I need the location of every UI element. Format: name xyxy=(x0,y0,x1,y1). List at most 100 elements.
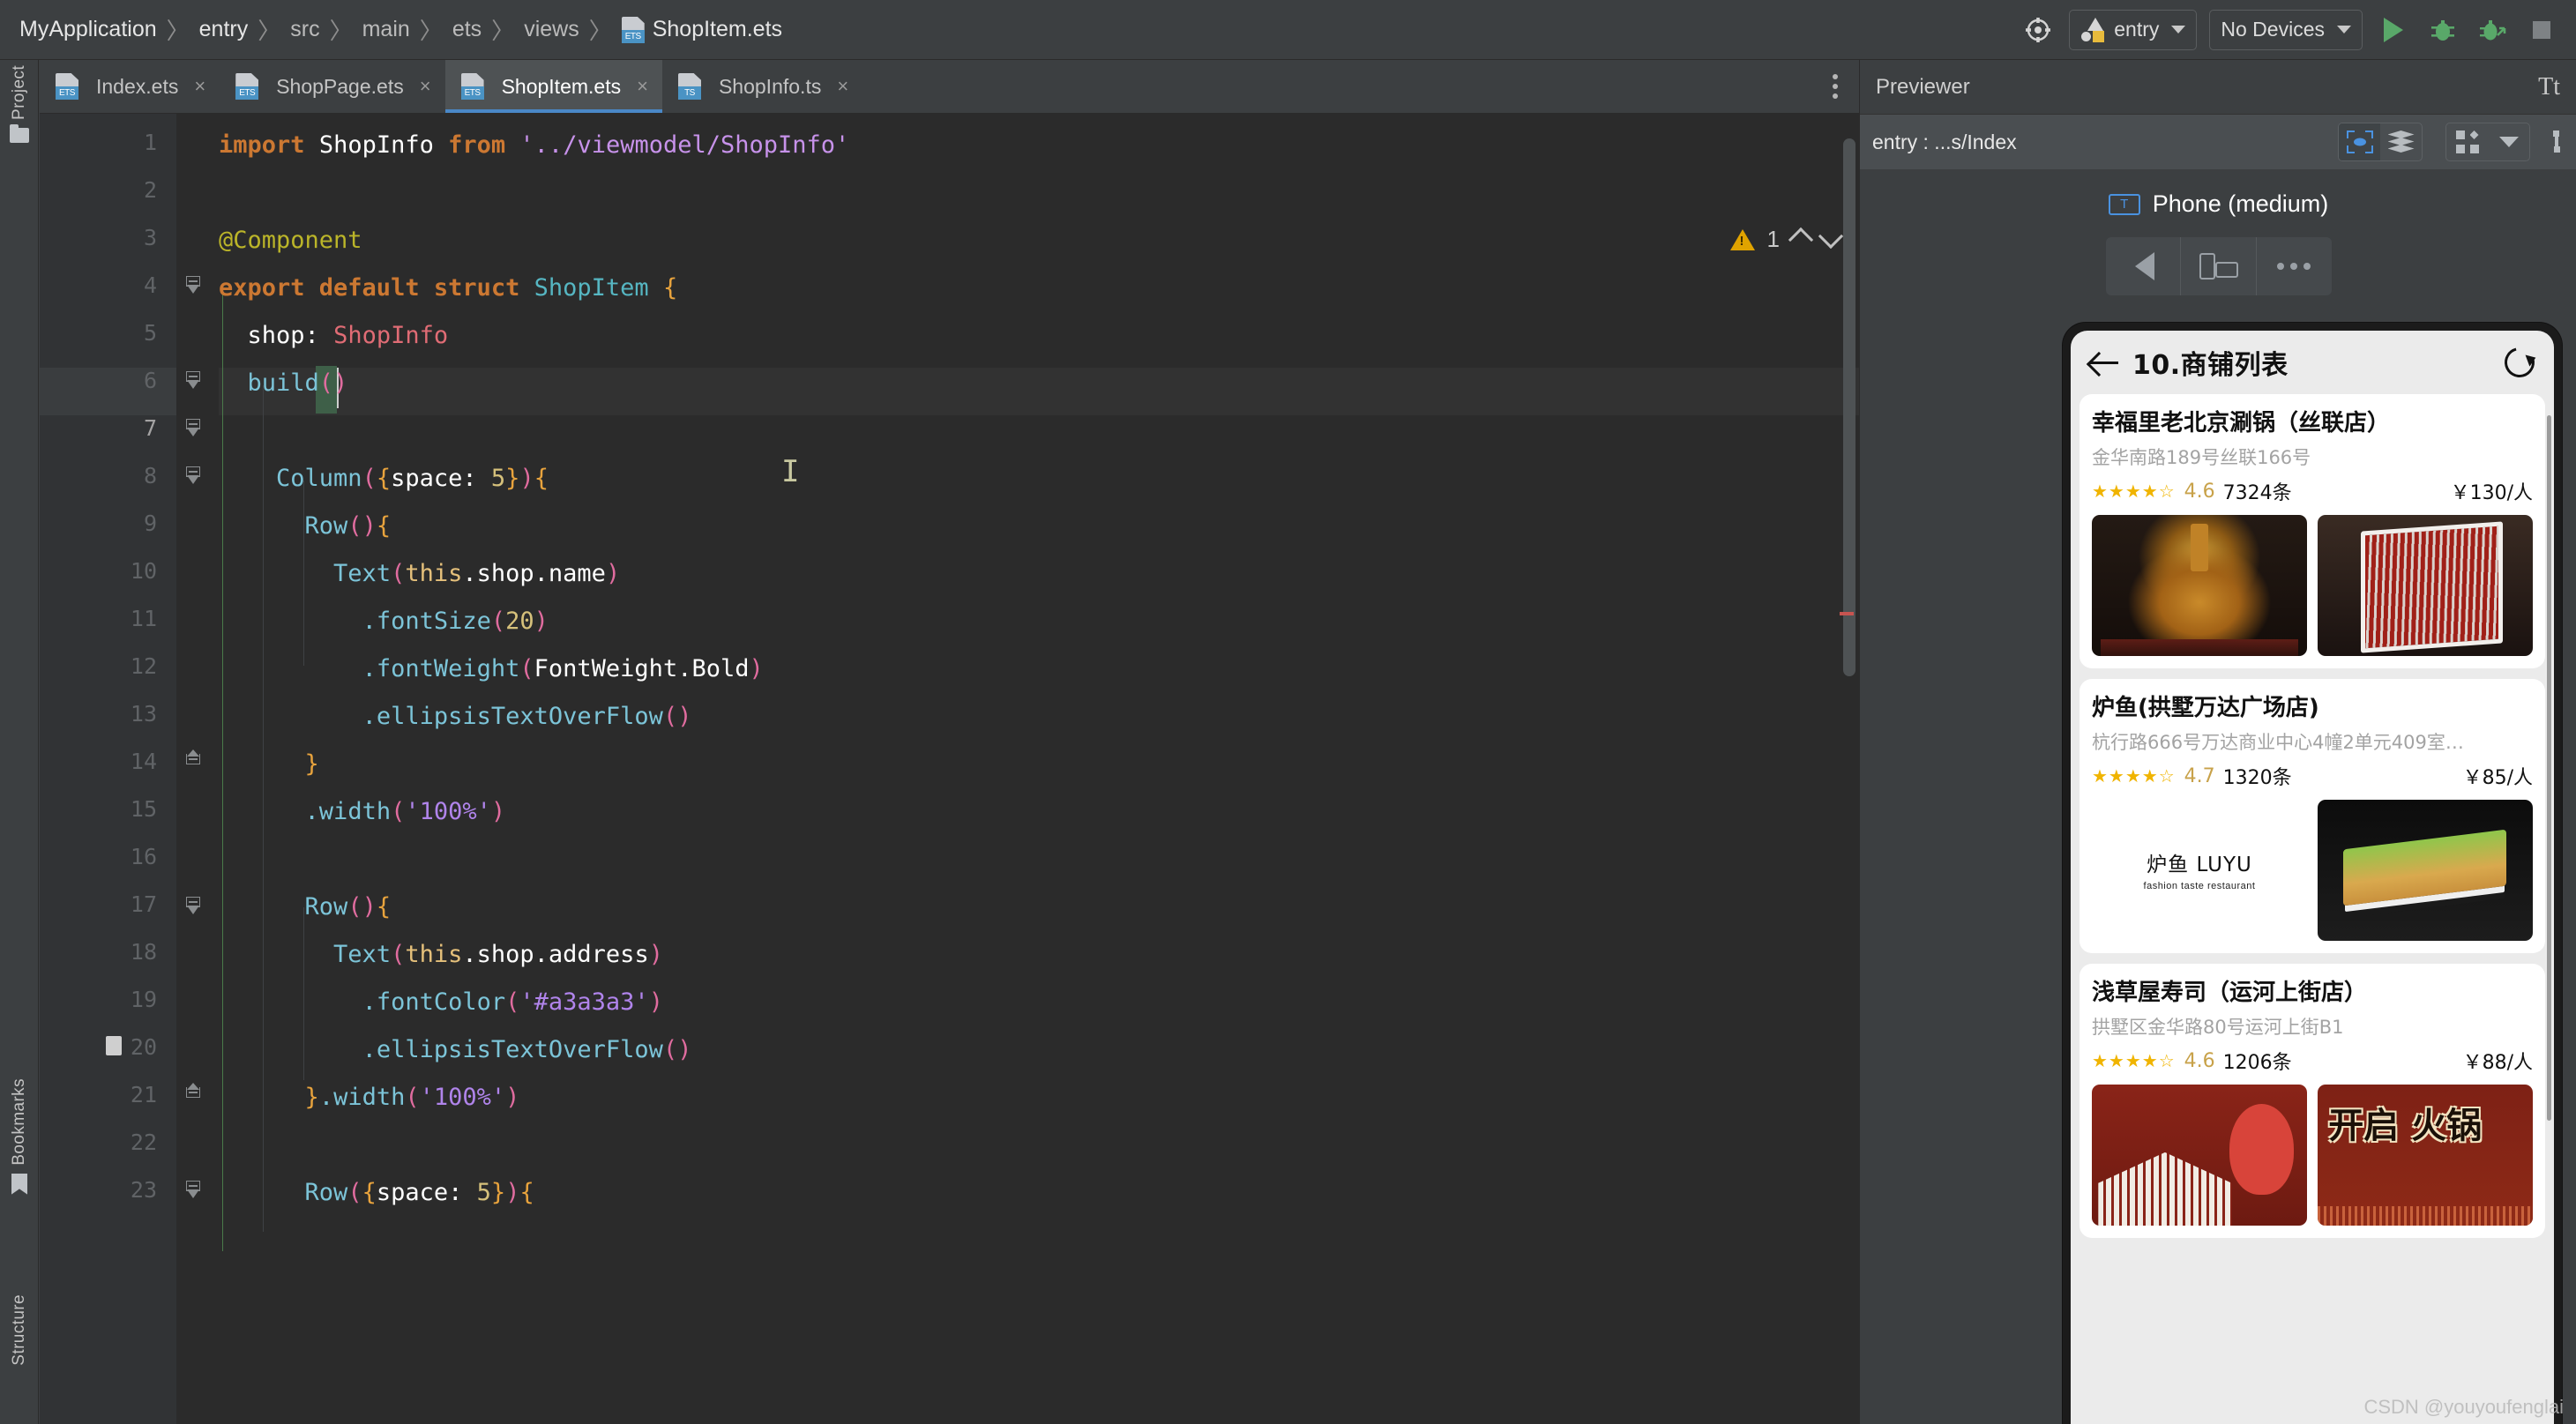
ets-file-icon: ETS xyxy=(235,73,259,100)
phone-preview-frame: 10.商铺列表 幸福里老北京涮锅（丝联店） 金华南路189号丝联166号 ★★★… xyxy=(2063,323,2562,1424)
breadcrumb-item-src[interactable]: src xyxy=(290,17,319,42)
sidebar-item-bookmarks[interactable]: Bookmarks xyxy=(0,1078,39,1195)
fold-toggle[interactable] xyxy=(183,749,203,772)
tab-shopinfo-ts[interactable]: TS ShopInfo.ts × xyxy=(662,60,862,113)
rating-value: 4.7 xyxy=(2184,764,2215,787)
shop-image[interactable] xyxy=(2318,800,2533,941)
inspect-mode-group xyxy=(2338,123,2423,161)
close-icon[interactable]: × xyxy=(194,77,205,96)
back-icon[interactable] xyxy=(2106,237,2181,295)
watermark-text: CSDN @youyoufenglai xyxy=(2363,1396,2564,1418)
settings-sync-icon[interactable] xyxy=(2020,11,2057,48)
back-arrow-icon[interactable] xyxy=(2090,351,2120,374)
line-number: 4 xyxy=(143,272,157,298)
rotate-icon[interactable] xyxy=(2180,237,2256,295)
shop-address: 金华南路189号丝联166号 xyxy=(2092,447,2311,468)
breadcrumb-separator: 〉 xyxy=(419,18,443,44)
chevron-up-icon[interactable] xyxy=(1788,227,1814,252)
avg-price: ￥85/人 xyxy=(2462,767,2533,789)
sidebar-item-structure[interactable]: Structure xyxy=(0,1294,39,1366)
chevron-down-icon[interactable] xyxy=(1818,223,1844,249)
inspection-widget[interactable]: 1 xyxy=(1729,223,1844,253)
fold-toggle[interactable] xyxy=(183,369,203,389)
line-number: 13 xyxy=(130,701,157,727)
more-icon[interactable] xyxy=(2255,237,2332,295)
list-item[interactable]: 炉鱼(拱墅万达广场店) 杭行路666号万达商业中心4幢2单元409室… ★★★★… xyxy=(2079,679,2545,953)
previewer-header: Previewer Tt xyxy=(1860,60,2576,115)
breadcrumb-item-main[interactable]: main xyxy=(362,17,410,42)
scrollbar-thumb[interactable] xyxy=(1843,138,1855,676)
code-line: build() xyxy=(247,369,348,397)
shop-name: 幸福里老北京涮锅（丝联店） xyxy=(2092,410,2391,436)
close-icon[interactable]: × xyxy=(637,77,648,96)
error-stripe-mark[interactable] xyxy=(1840,612,1854,615)
fold-toggle[interactable] xyxy=(183,465,203,484)
device-selector[interactable]: No Devices xyxy=(2209,9,2363,50)
shop-logo-image[interactable]: 炉鱼 LUYU fashion taste restaurant xyxy=(2092,800,2307,941)
tool-window-rail: Project Bookmarks Structure xyxy=(0,60,39,1424)
code-text-area[interactable]: I import ShopInfo from '../viewmodel/Sho… xyxy=(219,114,1859,1424)
fold-toggle[interactable] xyxy=(183,1083,203,1105)
fold-toggle[interactable] xyxy=(183,895,203,914)
shop-image[interactable] xyxy=(2318,515,2533,656)
breadcrumb-item-ets[interactable]: ets xyxy=(452,17,482,42)
tab-index-ets[interactable]: ETS Index.ets × xyxy=(40,60,220,113)
stop-icon xyxy=(2523,11,2560,48)
layers-icon[interactable] xyxy=(2380,123,2422,160)
shop-image[interactable] xyxy=(2092,515,2307,656)
previewer-toolbar: entry : ...s/Index xyxy=(1860,115,2576,169)
breadcrumb-item-myapplication[interactable]: MyApplication xyxy=(19,17,157,42)
code-editor[interactable]: 1 2 3 4 5 6 7 8 9 10 11 12 13 14 15 16 1… xyxy=(40,114,1859,1424)
shop-image[interactable] xyxy=(2092,1085,2307,1226)
page-title: 10.商铺列表 xyxy=(2132,350,2289,381)
close-icon[interactable]: × xyxy=(837,77,848,96)
fold-toggle[interactable] xyxy=(183,274,203,294)
rating-stars: ★★★★☆ xyxy=(2092,481,2176,502)
list-item[interactable]: 浅草屋寿司（运河上街店） 拱墅区金华路80号运河上街B1 ★★★★☆ 4.6 1… xyxy=(2079,964,2545,1238)
refresh-icon[interactable] xyxy=(2498,341,2541,384)
breadcrumb-item-views[interactable]: views xyxy=(524,17,579,42)
bookmark-marker-icon[interactable] xyxy=(106,1036,122,1055)
tab-shopitem-ets[interactable]: ETS ShopItem.ets × xyxy=(444,60,663,113)
run-icon[interactable] xyxy=(2375,11,2412,48)
breadcrumb-item-entry[interactable]: entry xyxy=(199,17,249,42)
ets-file-icon: ETS xyxy=(621,16,645,43)
font-size-icon[interactable]: Tt xyxy=(2538,73,2560,101)
editor-scrollbar[interactable] xyxy=(1840,114,1855,1424)
breadcrumb-separator: 〉 xyxy=(329,18,353,44)
line-number: 12 xyxy=(130,653,157,679)
tab-overflow-menu-icon[interactable] xyxy=(1811,60,1859,113)
inspector-icon[interactable] xyxy=(2339,123,2380,160)
device-name-label: Phone (medium) xyxy=(2152,190,2329,217)
code-line: Text(this.shop.address) xyxy=(333,941,663,968)
editor-gutter[interactable]: 1 2 3 4 5 6 7 8 9 10 11 12 13 14 15 16 1… xyxy=(40,114,176,1424)
frame-icon[interactable] xyxy=(2555,132,2558,151)
editor-fold-column[interactable] xyxy=(176,114,219,1424)
grid-icon[interactable] xyxy=(2446,123,2488,160)
phone-screen[interactable]: 10.商铺列表 幸福里老北京涮锅（丝联店） 金华南路189号丝联166号 ★★★… xyxy=(2071,331,2554,1424)
close-icon[interactable]: × xyxy=(420,77,431,96)
line-number: 15 xyxy=(130,796,157,822)
debug-icon[interactable] xyxy=(2424,11,2461,48)
phone-scrollbar[interactable] xyxy=(2547,415,2551,1121)
preview-target-label[interactable]: entry : ...s/Index xyxy=(1872,130,2017,154)
list-item[interactable]: 幸福里老北京涮锅（丝联店） 金华南路189号丝联166号 ★★★★☆ 4.6 7… xyxy=(2079,394,2545,668)
line-number: 20 xyxy=(130,1034,157,1060)
run-configuration-selector[interactable]: entry xyxy=(2069,9,2198,50)
breadcrumb-item-shopitem[interactable]: ShopItem.ets xyxy=(653,17,782,42)
chevron-down-icon xyxy=(2171,26,2186,34)
chevron-down-icon[interactable] xyxy=(2488,123,2529,160)
profile-icon[interactable] xyxy=(2474,11,2511,48)
sidebar-item-project[interactable]: Project xyxy=(0,65,39,143)
tab-shoppage-ets[interactable]: ETS ShopPage.ets × xyxy=(220,60,444,113)
fold-toggle[interactable] xyxy=(183,1179,203,1198)
folder-icon xyxy=(10,123,29,143)
structure-label: Structure xyxy=(10,1294,28,1366)
shop-image[interactable] xyxy=(2318,1085,2533,1226)
code-line: .fontSize(20) xyxy=(362,608,549,635)
shop-image-row: 炉鱼 LUYU fashion taste restaurant xyxy=(2092,800,2533,941)
tab-label: Index.ets xyxy=(96,74,179,98)
fold-toggle[interactable] xyxy=(183,417,203,436)
code-line: Row({space: 5}){ xyxy=(304,1179,534,1206)
mouse-cursor-icon: I xyxy=(781,454,800,489)
